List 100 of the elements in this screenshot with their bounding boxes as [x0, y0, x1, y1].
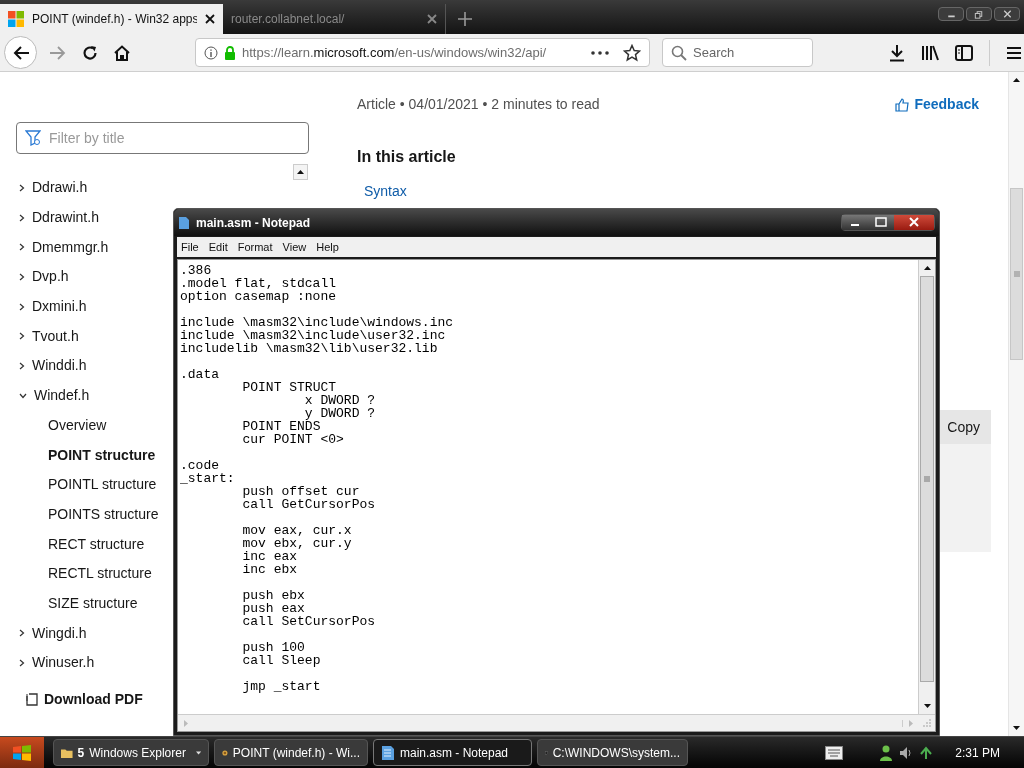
chevron-right-icon [19, 332, 25, 341]
filter-icon [25, 130, 41, 146]
speaker-icon [899, 745, 914, 760]
filter-box[interactable]: Filter by title [16, 122, 309, 154]
windows-logo-icon [8, 11, 24, 27]
filter-field[interactable]: Filter by title [49, 123, 300, 153]
chevron-down-icon [19, 392, 27, 399]
taskbar-button[interactable]: POINT (windef.h) - Wi... [214, 739, 368, 766]
tree-item[interactable]: Overview [48, 410, 107, 441]
start-button[interactable] [0, 736, 44, 768]
tree-item[interactable]: RECTL structure [48, 558, 152, 589]
tree-item[interactable]: POINTL structure [48, 469, 157, 500]
taskbar-button[interactable]: 5 Windows Explorer [53, 739, 209, 766]
lock-icon [224, 45, 236, 60]
tree-item[interactable]: Winuser.h [16, 648, 95, 678]
menu-item[interactable]: Edit [208, 238, 228, 256]
menu-item[interactable]: Help [316, 238, 339, 256]
clock: 2:31 PM [955, 744, 1000, 762]
tree-item[interactable]: Dvp.h [16, 262, 69, 292]
network-icon [879, 744, 894, 761]
tree-item[interactable]: Wingdi.h [16, 618, 87, 648]
toc-heading: In this article [357, 147, 457, 167]
taskbar-button[interactable]: main.asm - Notepad [373, 739, 532, 766]
caret-down-icon [1013, 726, 1020, 730]
sidebar-toggle-button[interactable] [955, 44, 973, 61]
tree-item[interactable]: POINTS structure [48, 499, 159, 530]
download-pdf-link[interactable]: Download PDF [26, 688, 143, 710]
more-icon [591, 50, 609, 55]
search-box[interactable]: Search [662, 38, 813, 67]
caret-up-icon [1013, 78, 1020, 82]
tree-item[interactable]: RECT structure [48, 529, 145, 559]
chevron-right-icon [19, 243, 25, 252]
caret-right-icon [908, 719, 913, 727]
search-field[interactable]: Search [693, 39, 803, 66]
minimize-button[interactable] [842, 215, 868, 230]
menu-item[interactable]: View [282, 238, 307, 256]
menu-item[interactable]: Format [237, 238, 273, 256]
caret-up-icon [297, 170, 304, 174]
chevron-right-icon [19, 213, 25, 222]
new-tab-icon [458, 12, 472, 26]
menu-icon [1006, 44, 1022, 61]
tab-title: router.collabnet.local/ [231, 11, 346, 28]
close-button[interactable] [994, 7, 1020, 21]
scroll-up-button[interactable] [293, 164, 308, 180]
info-icon [204, 45, 218, 60]
scrollbar-thumb[interactable] [1010, 188, 1023, 360]
caret-right-icon [184, 719, 188, 727]
home-icon [114, 44, 130, 61]
caret-down-icon [923, 704, 931, 708]
tree-item[interactable]: Tvout.h [16, 321, 79, 352]
article-meta: Article • 04/01/2021 • 2 minutes to read [357, 95, 600, 114]
library-button[interactable] [921, 44, 939, 61]
grip-icon [1013, 271, 1020, 277]
arrow-left-icon [11, 44, 30, 61]
chevron-right-icon [19, 183, 25, 192]
address-bar[interactable]: https://learn.microsoft.com/en-us/windows/win32/api/ [195, 38, 650, 67]
restore-button[interactable] [966, 7, 992, 21]
chevron-right-icon [19, 629, 25, 638]
menu-item[interactable]: File [181, 238, 199, 256]
download-button[interactable] [889, 43, 905, 62]
chevron-right-icon [19, 272, 25, 281]
back-button[interactable] [4, 36, 37, 69]
sync-icon [919, 745, 934, 760]
close-button[interactable] [894, 215, 934, 230]
caret-up-icon [923, 266, 931, 270]
notepad-icon [178, 215, 190, 230]
menu-button[interactable] [1006, 44, 1022, 61]
close-icon [427, 14, 437, 24]
tree-item[interactable]: Windef.h [16, 380, 90, 411]
window-title: main.asm - Notepad [196, 214, 311, 232]
chevron-right-icon [19, 302, 25, 311]
search-icon [671, 44, 687, 61]
maximize-button[interactable] [868, 215, 894, 230]
tree-item[interactable]: Dxmini.h [16, 291, 87, 322]
sidebar-icon [955, 44, 973, 61]
tree-item[interactable]: Ddrawi.h [16, 173, 88, 203]
chevron-right-icon [19, 658, 25, 667]
scrollbar-thumb[interactable] [920, 276, 934, 682]
library-icon [921, 44, 939, 61]
notepad-icon [381, 744, 395, 761]
thumbs-up-icon [895, 97, 910, 112]
tree-item[interactable]: SIZE structure [48, 588, 138, 619]
tree-item[interactable]: POINT structure [48, 440, 156, 470]
chevron-right-icon [19, 361, 25, 370]
windows-flag-icon [12, 743, 32, 762]
feedback-link[interactable]: Feedback [895, 94, 979, 115]
copy-button[interactable]: Copy [940, 410, 991, 444]
tree-item[interactable]: Winddi.h [16, 351, 87, 381]
star-icon [623, 43, 641, 62]
reload-icon [82, 44, 98, 61]
caret-down-icon [195, 750, 201, 755]
tree-item[interactable]: Dmemmgr.h [16, 232, 109, 263]
resize-grip-icon [922, 719, 931, 727]
taskbar-button[interactable]: C:\WINDOWS\system... [537, 739, 688, 766]
download-icon [889, 43, 905, 62]
url-text: https://learn.microsoft.com/en-us/windows/win32/api/ [242, 43, 548, 62]
tree-item[interactable]: Ddrawint.h [16, 202, 99, 233]
close-icon [205, 14, 215, 24]
arrow-right-icon [49, 44, 67, 61]
toc-link[interactable]: Syntax [364, 181, 991, 202]
